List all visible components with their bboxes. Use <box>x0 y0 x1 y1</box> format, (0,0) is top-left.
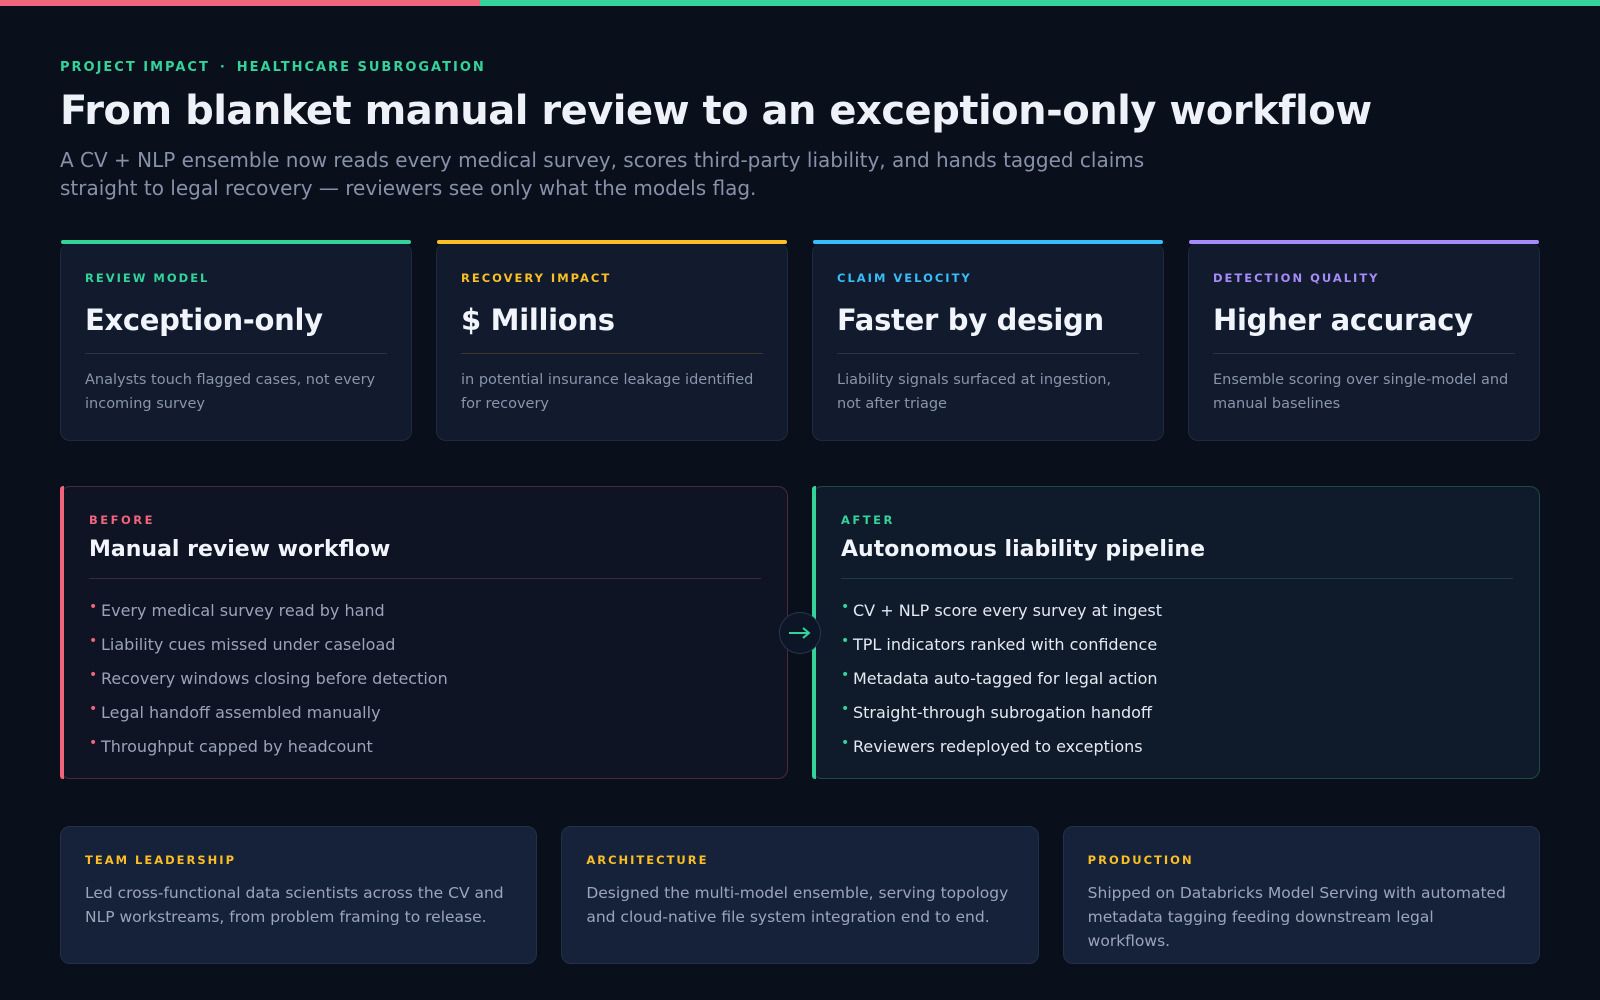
list-item: • Legal handoff assembled manually <box>89 701 761 737</box>
list-item: • TPL indicators ranked with confidence <box>841 633 1513 669</box>
kpi-accent-bar <box>813 240 1163 244</box>
after-divider <box>841 578 1513 579</box>
card-label: TEAM LEADERSHIP <box>85 853 237 867</box>
list-item: • Every medical survey read by hand <box>89 599 761 635</box>
card-production: PRODUCTION Shipped on Databricks Model S… <box>1062 826 1540 964</box>
list-item-text: Metadata auto-tagged for legal action <box>853 669 1158 688</box>
kpi-card-recovery-impact: RECOVERY IMPACT $ Millions in potential … <box>436 240 788 441</box>
list-item-text: Throughput capped by headcount <box>101 737 373 756</box>
before-after-comparison: BEFORE Manual review workflow • Every med… <box>60 486 1540 779</box>
bullet-dot-icon: • <box>841 667 850 683</box>
kpi-accent-bar <box>1189 240 1539 244</box>
kpi-description: Ensemble scoring over single-model and m… <box>1213 372 1509 412</box>
bullet-dot-icon: • <box>841 701 850 717</box>
kpi-label: CLAIM VELOCITY <box>837 271 972 285</box>
arrow-right-icon <box>779 612 821 654</box>
bullet-dot-icon: • <box>841 633 850 649</box>
bullet-dot-icon: • <box>89 599 98 615</box>
before-label: BEFORE <box>89 513 155 527</box>
kpi-card-detection-quality: DETECTION QUALITY Higher accuracy Ensemb… <box>1188 240 1540 441</box>
bullet-dot-icon: • <box>89 633 98 649</box>
kpi-divider <box>837 353 1139 354</box>
before-list: • Every medical survey read by hand • Liab… <box>89 599 761 771</box>
list-item: • Recovery windows closing before detecti… <box>89 667 761 703</box>
after-title: Autonomous liability pipeline <box>841 537 1205 562</box>
page-subtitle: A CV + NLP ensemble now reads every medi… <box>60 148 1145 200</box>
eyebrow-separator: · <box>219 60 227 75</box>
kpi-divider <box>461 353 763 354</box>
kpi-value: $ Millions <box>461 303 615 337</box>
kpi-accent-bar <box>61 240 411 244</box>
top-accent-segment-pink <box>0 0 480 6</box>
card-label: ARCHITECTURE <box>586 853 709 867</box>
kpi-accent-bar <box>437 240 787 244</box>
kpi-row: REVIEW MODEL Exception-only Analysts tou… <box>60 240 1540 441</box>
page-title: From blanket manual review to an excepti… <box>60 88 1372 134</box>
list-item-text: Liability cues missed under caseload <box>101 635 396 654</box>
list-item: • Metadata auto-tagged for legal action <box>841 667 1513 703</box>
card-label: PRODUCTION <box>1087 853 1194 867</box>
eyebrow-category: PROJECT IMPACT <box>60 60 210 75</box>
eyebrow: PROJECT IMPACT · HEALTHCARE SUBROGATION <box>60 60 486 75</box>
list-item-text: CV + NLP score every survey at ingest <box>853 601 1162 620</box>
kpi-value: Faster by design <box>837 303 1104 337</box>
after-label: AFTER <box>841 513 895 527</box>
card-architecture: ARCHITECTURE Designed the multi-model en… <box>561 826 1039 964</box>
eyebrow-topic: HEALTHCARE SUBROGATION <box>236 60 486 75</box>
list-item-text: TPL indicators ranked with confidence <box>853 635 1158 654</box>
bullet-dot-icon: • <box>841 599 850 615</box>
card-text: Designed the multi-model ensemble, servi… <box>586 884 1009 926</box>
list-item-text: Reviewers redeployed to exceptions <box>853 737 1143 756</box>
kpi-description: in potential insurance leakage identifie… <box>461 372 754 412</box>
kpi-description: Liability signals surfaced at ingestion,… <box>837 372 1112 412</box>
card-text: Led cross-functional data scientists acr… <box>85 884 504 926</box>
kpi-card-claim-velocity: CLAIM VELOCITY Faster by design Liabilit… <box>812 240 1164 441</box>
after-list: • CV + NLP score every survey at ingest •… <box>841 599 1513 771</box>
kpi-label: REVIEW MODEL <box>85 271 210 285</box>
bullet-dot-icon: • <box>89 701 98 717</box>
top-accent-bar <box>0 0 1600 6</box>
list-item: • Straight-through subrogation handoff <box>841 701 1513 737</box>
kpi-value: Exception-only <box>85 303 323 337</box>
kpi-label: DETECTION QUALITY <box>1213 271 1380 285</box>
list-item: • Liability cues missed under caseload <box>89 633 761 669</box>
list-item-text: Legal handoff assembled manually <box>101 703 381 722</box>
list-item-text: Recovery windows closing before detectio… <box>101 669 448 688</box>
after-panel: AFTER Autonomous liability pipeline • CV … <box>812 486 1540 779</box>
before-title: Manual review workflow <box>89 537 391 562</box>
kpi-divider <box>1213 353 1515 354</box>
bullet-dot-icon: • <box>89 735 98 751</box>
list-item: • Reviewers redeployed to exceptions <box>841 735 1513 771</box>
before-panel: BEFORE Manual review workflow • Every med… <box>60 486 788 779</box>
card-team-leadership: TEAM LEADERSHIP Led cross-functional dat… <box>60 826 538 964</box>
card-text: Shipped on Databricks Model Serving with… <box>1087 884 1506 950</box>
bullet-dot-icon: • <box>89 667 98 683</box>
arrow-right-glyph <box>789 627 811 639</box>
before-edge-accent <box>60 486 64 779</box>
list-item-text: Every medical survey read by hand <box>101 601 385 620</box>
kpi-label: RECOVERY IMPACT <box>461 271 612 285</box>
kpi-card-review-model: REVIEW MODEL Exception-only Analysts tou… <box>60 240 412 441</box>
kpi-divider <box>85 353 387 354</box>
before-divider <box>89 578 761 579</box>
kpi-description: Analysts touch flagged cases, not every … <box>85 372 376 412</box>
kpi-value: Higher accuracy <box>1213 303 1473 337</box>
bullet-dot-icon: • <box>841 735 850 751</box>
list-item: • Throughput capped by headcount <box>89 735 761 771</box>
top-accent-segment-green <box>480 0 1600 6</box>
list-item: • CV + NLP score every survey at ingest <box>841 599 1513 635</box>
contribution-row: TEAM LEADERSHIP Led cross-functional dat… <box>60 826 1540 964</box>
list-item-text: Straight-through subrogation handoff <box>853 703 1152 722</box>
